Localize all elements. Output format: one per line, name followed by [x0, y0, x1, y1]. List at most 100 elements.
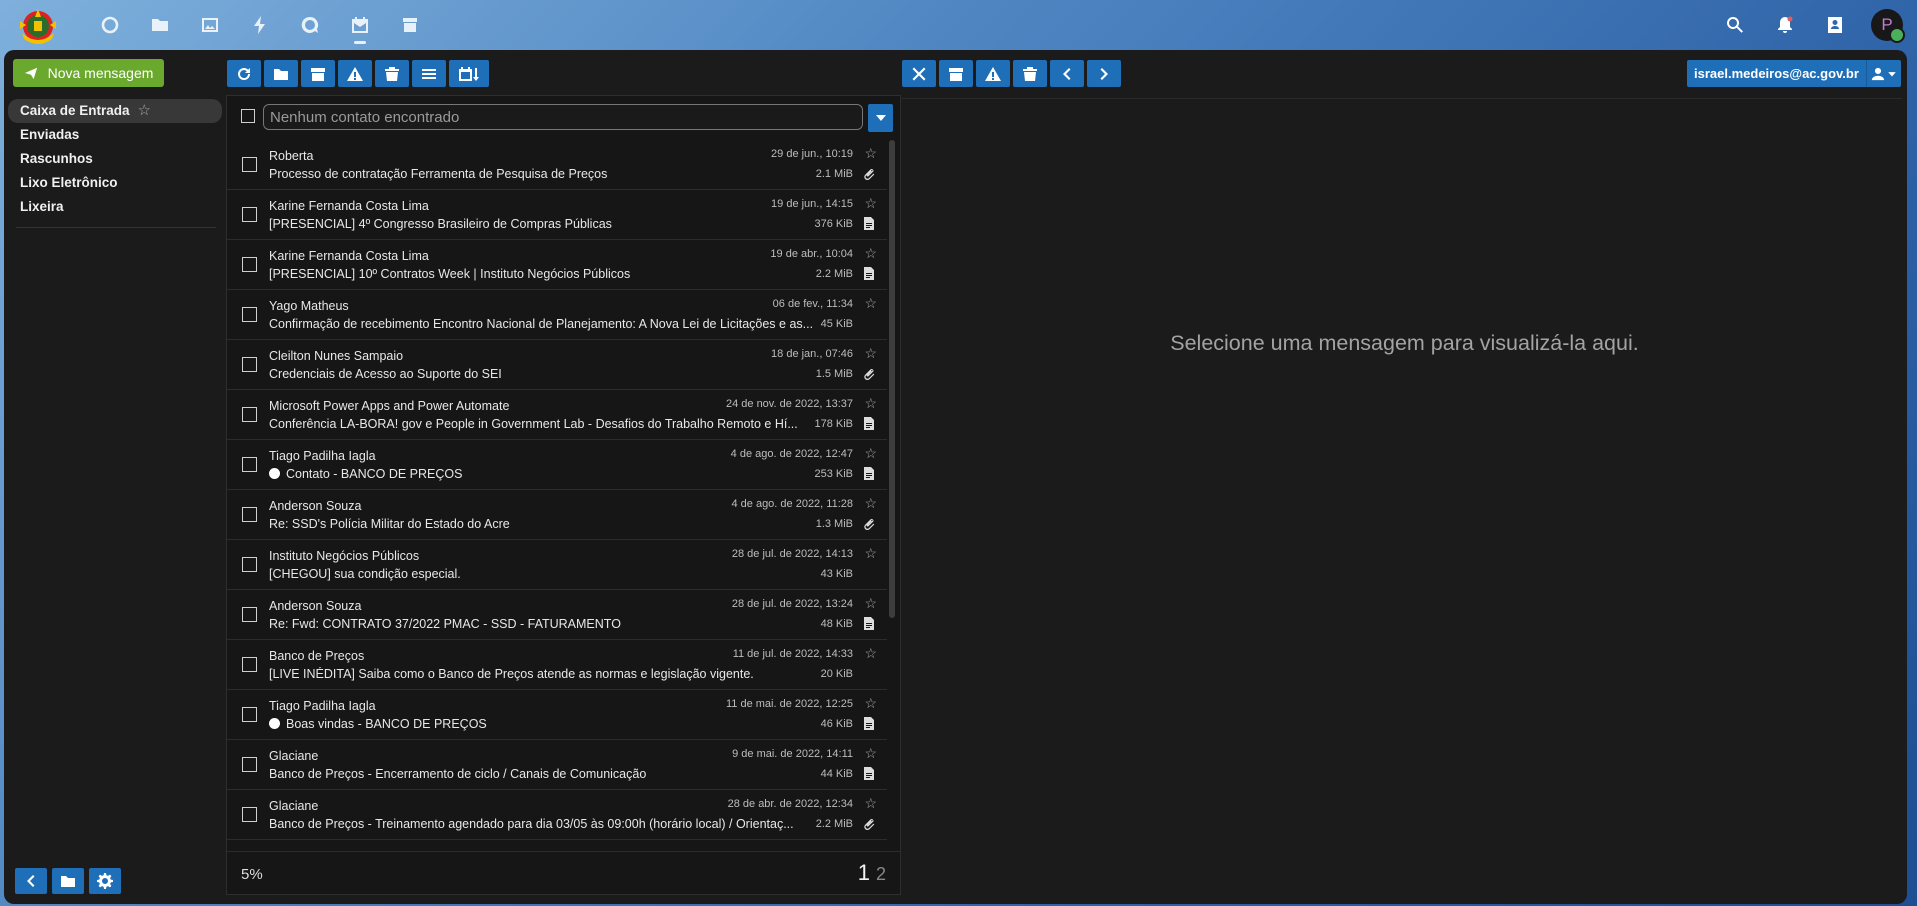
settings-button[interactable] [89, 868, 121, 894]
star-icon[interactable]: ☆ [864, 145, 877, 162]
message-checkbox[interactable] [242, 607, 257, 622]
scrollbar[interactable] [889, 140, 895, 618]
search-input[interactable] [263, 104, 863, 130]
folder-drafts[interactable]: Rascunhos [8, 147, 222, 171]
message-row[interactable]: Glaciane Banco de Preços - Encerramento d… [227, 740, 887, 790]
message-row[interactable]: Anderson Souza Re: Fwd: CONTRATO 37/2022 … [227, 590, 887, 640]
message-checkbox[interactable] [242, 457, 257, 472]
message-row[interactable]: Tiago Padilha Iagla Contato - BANCO DE PR… [227, 440, 887, 490]
contacts-icon[interactable] [1821, 11, 1849, 39]
bolt-icon[interactable] [246, 12, 274, 38]
folder-junk[interactable]: Lixo Eletrônico [8, 171, 222, 195]
message-sender: Karine Fernanda Costa Lima [269, 249, 429, 263]
star-icon[interactable]: ☆ [864, 695, 877, 712]
empty-reader-message: Selecione uma mensagem para visualizá-la… [1170, 331, 1639, 355]
star-icon[interactable]: ☆ [864, 445, 877, 462]
folder-trash[interactable]: Lixeira [8, 195, 222, 219]
star-icon[interactable]: ☆ [864, 195, 877, 212]
chat-icon[interactable] [296, 12, 324, 38]
message-row[interactable]: Microsoft Power Apps and Power Automate C… [227, 390, 887, 440]
star-icon[interactable]: ☆ [864, 245, 877, 262]
message-checkbox[interactable] [242, 157, 257, 172]
star-icon[interactable]: ☆ [864, 745, 877, 762]
star-icon[interactable]: ☆ [864, 645, 877, 662]
new-message-button[interactable]: Nova mensagem [13, 59, 164, 87]
page-current[interactable]: 1 [858, 860, 870, 885]
select-all-checkbox[interactable] [241, 109, 255, 123]
star-icon[interactable]: ☆ [138, 99, 151, 123]
account-button[interactable]: israel.medeiros@ac.gov.br [1687, 60, 1901, 87]
next-message-button[interactable] [1087, 60, 1121, 87]
message-checkbox[interactable] [242, 807, 257, 822]
message-row[interactable]: Roberta Processo de contratação Ferrament… [227, 140, 887, 190]
manage-folders-button[interactable] [52, 868, 84, 894]
message-checkbox[interactable] [242, 557, 257, 572]
star-icon[interactable]: ☆ [864, 395, 877, 412]
page-next[interactable]: 2 [876, 864, 886, 884]
star-icon[interactable]: ☆ [864, 595, 877, 612]
list-options-button[interactable] [412, 60, 446, 87]
star-icon[interactable]: ☆ [864, 795, 877, 812]
move-to-folder-button[interactable] [264, 60, 298, 87]
avatar[interactable]: P [1871, 9, 1905, 43]
message-row[interactable]: Karine Fernanda Costa Lima [PRESENCIAL] 4… [227, 190, 887, 240]
message-row[interactable]: Instituto Negócios Públicos [CHEGOU] sua … [227, 540, 887, 590]
warning-icon [347, 66, 363, 81]
image-icon[interactable] [196, 12, 224, 38]
archive-icon [949, 67, 963, 81]
message-subject: Contato - BANCO DE PREÇOS [269, 467, 814, 481]
logo[interactable] [14, 3, 62, 47]
close-button[interactable] [902, 60, 936, 87]
message-row[interactable]: Cleilton Nunes Sampaio Credenciais de Ace… [227, 340, 887, 390]
home-icon[interactable] [96, 12, 124, 38]
folder-sent[interactable]: Enviadas [8, 123, 222, 147]
message-row[interactable]: Banco de Preços [LIVE INÉDITA] Saiba como… [227, 640, 887, 690]
user-icon [1871, 67, 1885, 80]
message-checkbox[interactable] [242, 657, 257, 672]
star-icon[interactable]: ☆ [864, 295, 877, 312]
star-icon[interactable]: ☆ [864, 345, 877, 362]
message-checkbox[interactable] [242, 707, 257, 722]
send-icon [24, 67, 37, 80]
message-row[interactable]: Anderson Souza Re: SSD's Polícia Militar … [227, 490, 887, 540]
message-subject: Re: SSD's Polícia Militar do Estado do A… [269, 517, 814, 531]
collapse-sidebar-button[interactable] [15, 868, 47, 894]
message-date: 11 de mai. de 2022, 12:25 [725, 698, 853, 710]
message-row[interactable]: Glaciane Banco de Preços - Treinamento ag… [227, 790, 887, 840]
message-date: 19 de abr., 10:04 [770, 248, 853, 260]
archive-button[interactable] [939, 60, 973, 87]
sort-by-date-button[interactable] [449, 60, 489, 87]
message-checkbox[interactable] [242, 307, 257, 322]
message-checkbox[interactable] [242, 257, 257, 272]
mark-spam-button[interactable] [976, 60, 1010, 87]
star-icon[interactable]: ☆ [864, 495, 877, 512]
message-date: 29 de jun., 10:19 [771, 148, 853, 160]
paperclip-icon [863, 367, 875, 381]
account-menu-toggle[interactable] [1867, 60, 1901, 87]
message-checkbox[interactable] [242, 207, 257, 222]
message-checkbox[interactable] [242, 507, 257, 522]
previous-message-button[interactable] [1050, 60, 1084, 87]
calendar-mail-icon[interactable] [346, 12, 374, 44]
gear-icon [97, 873, 113, 889]
folder-inbox[interactable]: Caixa de Entrada ☆ [8, 99, 222, 123]
message-checkbox[interactable] [242, 407, 257, 422]
package-icon[interactable] [396, 12, 424, 38]
bell-icon[interactable] [1771, 11, 1799, 39]
star-icon[interactable]: ☆ [864, 545, 877, 562]
message-size: 2.2 MiB [815, 818, 853, 830]
message-size: 1.3 MiB [815, 518, 853, 530]
delete-button[interactable] [375, 60, 409, 87]
search-filter-dropdown[interactable] [868, 104, 893, 132]
search-icon[interactable] [1721, 11, 1749, 39]
message-row[interactable]: Yago Matheus Confirmação de recebimento E… [227, 290, 887, 340]
mark-spam-button[interactable] [338, 60, 372, 87]
message-checkbox[interactable] [242, 757, 257, 772]
folder-icon[interactable] [146, 12, 174, 38]
message-row[interactable]: Tiago Padilha Iagla Boas vindas - BANCO D… [227, 690, 887, 740]
message-checkbox[interactable] [242, 357, 257, 372]
archive-button[interactable] [301, 60, 335, 87]
refresh-button[interactable] [227, 60, 261, 87]
message-row[interactable]: Karine Fernanda Costa Lima [PRESENCIAL] 1… [227, 240, 887, 290]
delete-button[interactable] [1013, 60, 1047, 87]
